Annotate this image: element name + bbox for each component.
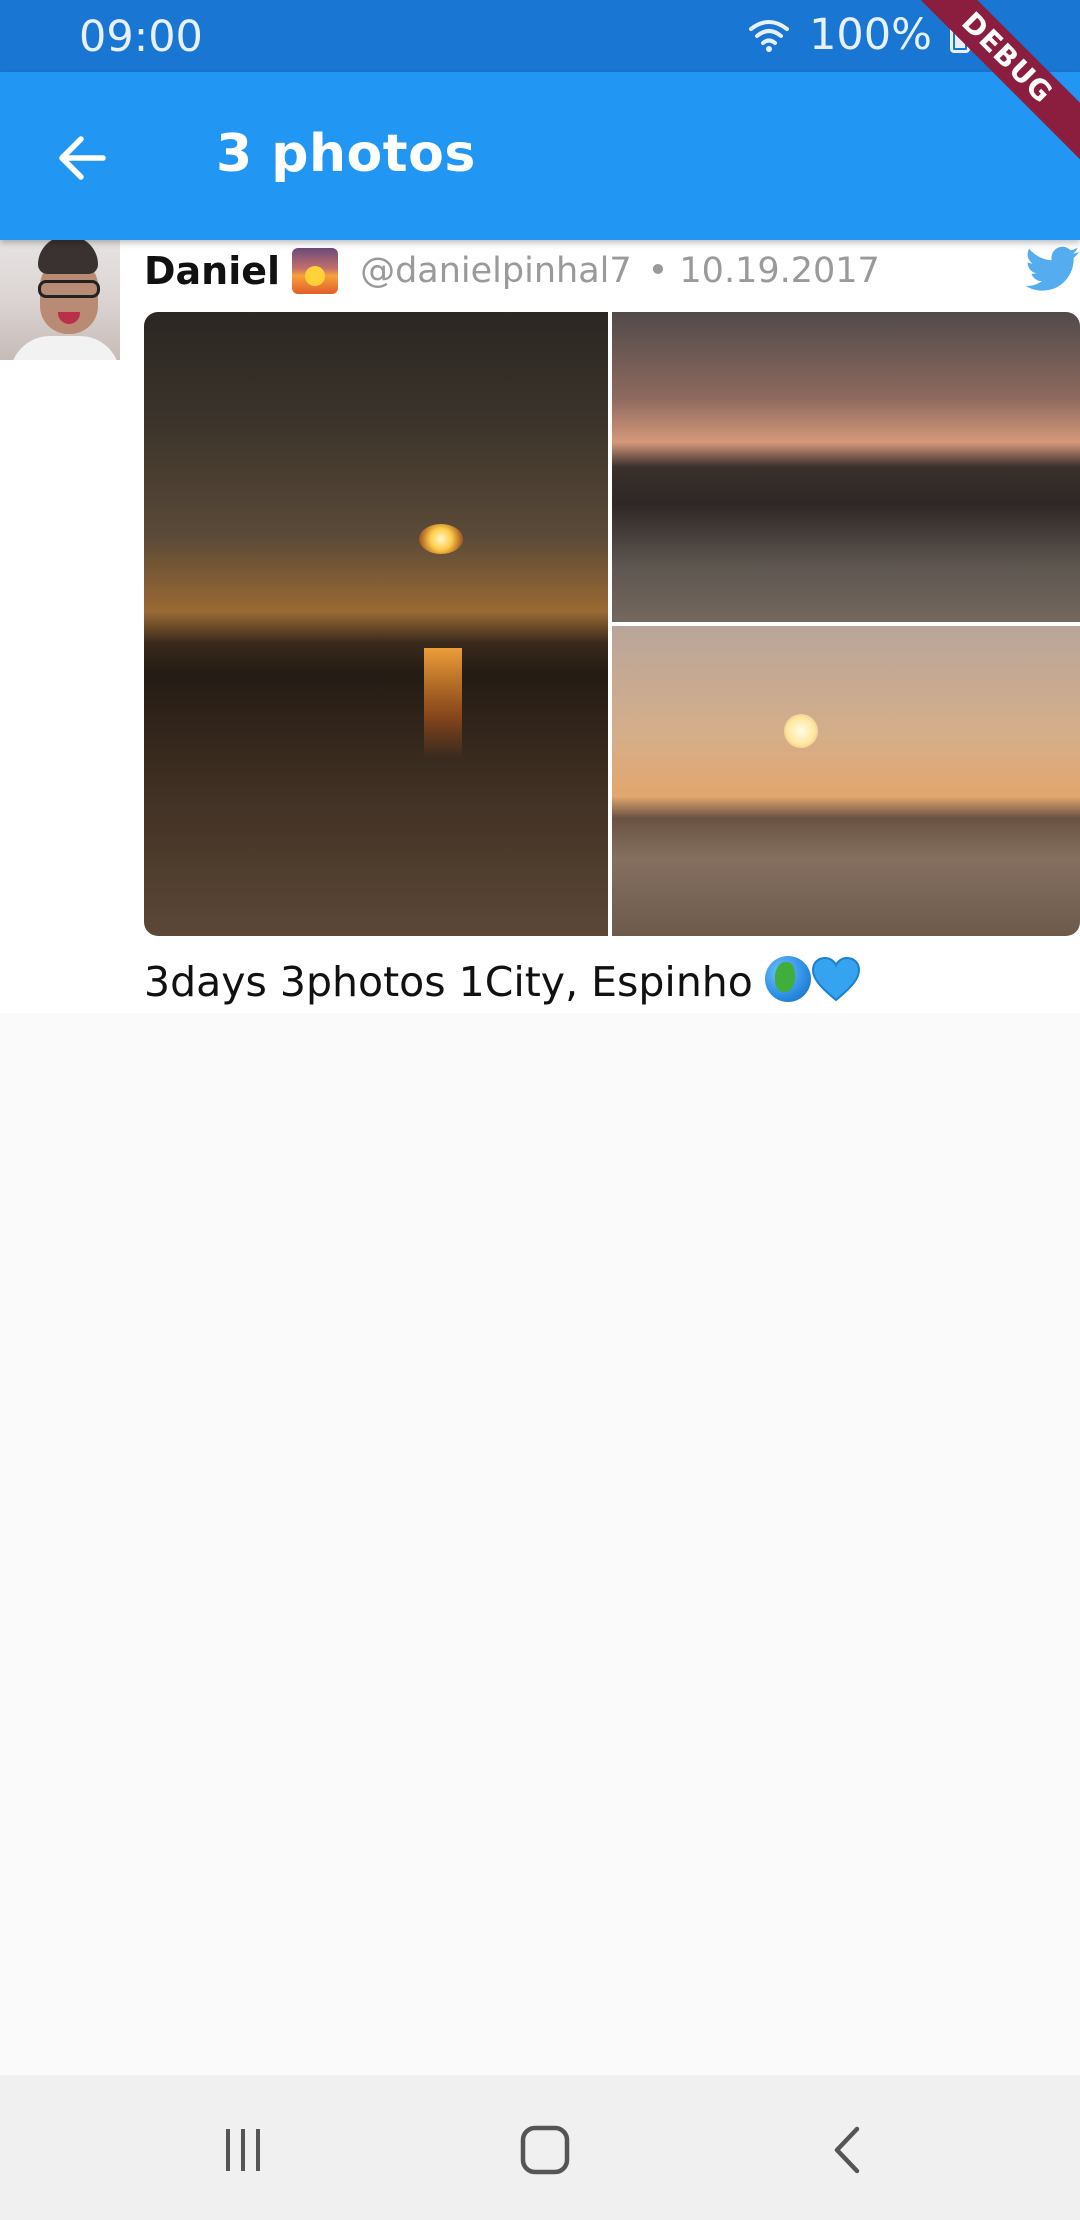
author-handle[interactable]: @danielpinhal7 — [360, 251, 632, 291]
status-icons: 100% — [747, 10, 970, 60]
wifi-icon — [749, 20, 790, 52]
author-name[interactable]: Daniel — [144, 249, 280, 293]
status-time: 09:00 — [79, 12, 203, 62]
status-bar: 09:00 100% — [0, 0, 1080, 72]
photo-1[interactable] — [144, 312, 608, 936]
tweet-text-row: 3days 3photos 1City, Espinho — [144, 956, 861, 1006]
tweet-text: 3days 3photos 1City, Espinho — [144, 958, 753, 1006]
battery-percentage: 100% — [809, 10, 932, 60]
home-button[interactable] — [500, 2105, 590, 2195]
avatar[interactable] — [0, 240, 120, 360]
photo-2[interactable] — [612, 312, 1080, 622]
app-bar: 3 photos — [0, 72, 1080, 240]
nav-back-button[interactable] — [802, 2105, 892, 2195]
system-nav-bar — [0, 2075, 1080, 2220]
home-icon — [520, 2125, 570, 2175]
globe-emoji-icon — [764, 956, 811, 1002]
tweet-header: Daniel @danielpinhal7 • 10.19.2017 — [144, 244, 1080, 298]
blue-heart-emoji-icon — [811, 956, 860, 1002]
recent-apps-icon — [226, 2129, 260, 2171]
back-icon — [834, 2126, 860, 2174]
back-button[interactable] — [40, 116, 124, 200]
page-title: 3 photos — [216, 124, 476, 184]
photo-grid — [144, 312, 1080, 936]
arrow-left-icon — [59, 136, 106, 180]
twitter-bird-icon[interactable] — [1026, 244, 1080, 294]
tweet-date: • 10.19.2017 — [647, 251, 880, 291]
photo-3[interactable] — [612, 626, 1080, 936]
sunrise-emoji-icon — [292, 248, 339, 294]
recent-apps-button[interactable] — [198, 2105, 288, 2195]
tweet-card[interactable]: Daniel @danielpinhal7 • 10.19.2017 3days… — [0, 240, 1080, 1013]
